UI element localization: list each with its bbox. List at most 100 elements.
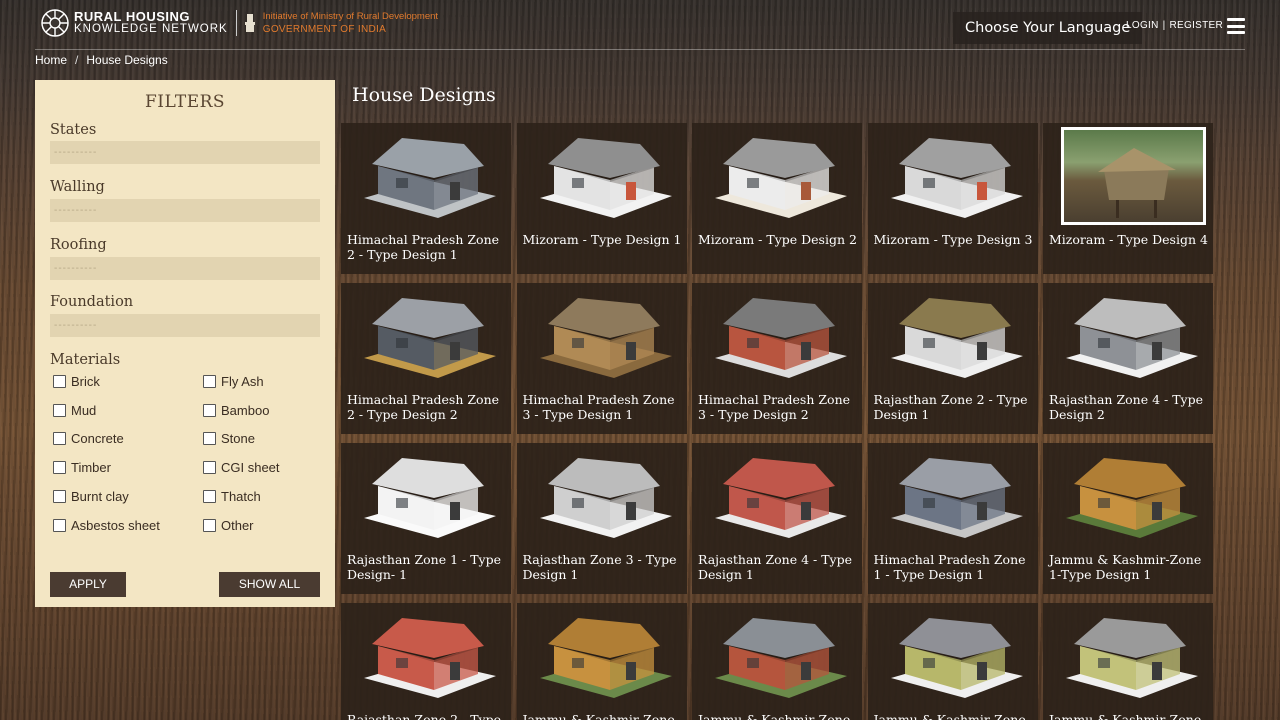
house-design-image[interactable] — [522, 126, 682, 222]
material-checkbox-concrete[interactable]: Concrete — [53, 431, 124, 446]
house-design-title[interactable]: Rajasthan Zone 2 - Type — [347, 712, 507, 720]
materials-label: Materials — [50, 352, 121, 368]
material-checkbox-stone[interactable]: Stone — [203, 431, 255, 446]
house-design-image[interactable] — [346, 606, 506, 702]
checkbox-icon[interactable] — [203, 518, 216, 532]
checkbox-icon[interactable] — [203, 461, 216, 475]
house-design-image[interactable] — [1048, 286, 1208, 382]
house-design-card[interactable]: Mizoram - Type Design 1 — [516, 123, 687, 274]
site-logo[interactable]: RURAL HOUSING KNOWLEDGE NETWORK Initiati… — [40, 8, 438, 38]
apply-button[interactable]: APPLY — [50, 572, 126, 597]
house-design-image[interactable] — [522, 286, 682, 382]
house-design-title[interactable]: Mizoram - Type Design 1 — [523, 232, 683, 247]
house-design-title[interactable]: Rajasthan Zone 4 - Type Design 2 — [1049, 392, 1209, 422]
house-design-title[interactable]: Jammu & Kashmir-Zone — [1049, 712, 1209, 720]
house-design-image[interactable] — [1048, 446, 1208, 542]
house-design-title[interactable]: Himachal Pradesh Zone 1 - Type Design 1 — [874, 552, 1034, 582]
house-design-card[interactable]: Rajasthan Zone 1 - Type Design- 1 — [341, 443, 511, 594]
material-label: Asbestos sheet — [71, 517, 160, 533]
hamburger-icon[interactable] — [1227, 18, 1245, 34]
checkbox-icon[interactable] — [53, 489, 66, 503]
house-design-image[interactable] — [697, 126, 857, 222]
house-design-title[interactable]: Jammu & Kashmir-Zone — [523, 712, 683, 720]
house-design-image[interactable] — [873, 126, 1033, 222]
house-design-image[interactable] — [697, 446, 857, 542]
house-design-card[interactable]: Himachal Pradesh Zone 2 - Type Design 2 — [341, 283, 511, 434]
house-design-title[interactable]: Jammu & Kashmir-Zone 1-Type Design 1 — [1049, 552, 1209, 582]
house-design-image[interactable] — [873, 606, 1033, 702]
house-design-title[interactable]: Rajasthan Zone 3 - Type Design 1 — [523, 552, 683, 582]
show-all-button[interactable]: SHOW ALL — [219, 572, 320, 597]
house-design-card[interactable]: Rajasthan Zone 2 - Type Design 1 — [867, 283, 1038, 434]
checkbox-icon[interactable] — [203, 432, 216, 446]
material-checkbox-bamboo[interactable]: Bamboo — [203, 403, 269, 418]
material-checkbox-asbestos-sheet[interactable]: Asbestos sheet — [53, 518, 160, 533]
house-design-title[interactable]: Rajasthan Zone 1 - Type Design- 1 — [347, 552, 507, 582]
checkbox-icon[interactable] — [53, 403, 66, 417]
material-checkbox-mud[interactable]: Mud — [53, 403, 96, 418]
material-checkbox-cgi-sheet[interactable]: CGI sheet — [203, 460, 280, 475]
walling-select[interactable]: ---------- — [50, 199, 320, 222]
house-design-image[interactable] — [522, 446, 682, 542]
checkbox-icon[interactable] — [203, 489, 216, 503]
house-design-card[interactable]: Himachal Pradesh Zone 3 - Type Design 1 — [516, 283, 687, 434]
house-design-card[interactable]: Jammu & Kashmir-Zone — [692, 603, 862, 720]
house-design-title[interactable]: Mizoram - Type Design 3 — [874, 232, 1034, 247]
house-design-title[interactable]: Himachal Pradesh Zone 2 - Type Design 1 — [347, 232, 507, 262]
house-design-card[interactable]: Jammu & Kashmir-Zone 1-Type Design 1 — [1043, 443, 1213, 594]
house-design-card[interactable]: Himachal Pradesh Zone 2 - Type Design 1 — [341, 123, 511, 274]
house-design-image[interactable] — [873, 286, 1033, 382]
house-design-title[interactable]: Mizoram - Type Design 4 — [1049, 232, 1209, 247]
house-design-title[interactable]: Himachal Pradesh Zone 2 - Type Design 2 — [347, 392, 507, 422]
house-design-title[interactable]: Jammu & Kashmir-Zone — [698, 712, 858, 720]
checkbox-icon[interactable] — [53, 518, 66, 532]
house-design-image[interactable] — [697, 286, 857, 382]
house-design-card[interactable]: Rajasthan Zone 2 - Type — [341, 603, 511, 720]
house-design-image[interactable] — [522, 606, 682, 702]
material-checkbox-fly-ash[interactable]: Fly Ash — [203, 374, 264, 389]
house-design-image[interactable] — [346, 286, 506, 382]
house-design-card[interactable]: Mizoram - Type Design 2 — [692, 123, 862, 274]
checkbox-icon[interactable] — [53, 375, 66, 388]
choose-language-button[interactable]: Choose Your Language — [953, 12, 1143, 44]
house-design-card[interactable]: Jammu & Kashmir-Zone — [516, 603, 687, 720]
house-design-card[interactable]: Himachal Pradesh Zone 3 - Type Design 2 — [692, 283, 862, 434]
material-checkbox-thatch[interactable]: Thatch — [203, 489, 261, 504]
house-design-card[interactable]: Rajasthan Zone 4 - Type Design 1 — [692, 443, 862, 594]
house-design-image[interactable] — [346, 126, 506, 222]
material-checkbox-burnt-clay[interactable]: Burnt clay — [53, 489, 129, 504]
house-design-card[interactable]: Jammu & Kashmir-Zone — [1043, 603, 1213, 720]
house-design-image[interactable] — [873, 446, 1033, 542]
house-design-title[interactable]: Himachal Pradesh Zone 3 - Type Design 1 — [523, 392, 683, 422]
material-checkbox-other[interactable]: Other — [203, 518, 254, 533]
checkbox-icon[interactable] — [53, 432, 66, 446]
house-design-card[interactable]: Rajasthan Zone 3 - Type Design 1 — [516, 443, 687, 594]
house-design-card[interactable]: Rajasthan Zone 4 - Type Design 2 — [1043, 283, 1213, 434]
house-design-card[interactable]: Himachal Pradesh Zone 1 - Type Design 1 — [867, 443, 1038, 594]
checkbox-icon[interactable] — [203, 375, 216, 388]
material-checkbox-brick[interactable]: Brick — [53, 374, 100, 389]
house-design-image[interactable] — [697, 606, 857, 702]
house-design-icon — [715, 618, 847, 698]
breadcrumb-home[interactable]: Home — [35, 53, 67, 67]
house-design-title[interactable]: Jammu & Kashmir-Zone — [874, 712, 1034, 720]
roofing-select[interactable]: ---------- — [50, 257, 320, 280]
house-design-title[interactable]: Himachal Pradesh Zone 3 - Type Design 2 — [698, 392, 858, 422]
material-checkbox-timber[interactable]: Timber — [53, 460, 111, 475]
house-design-card[interactable]: Jammu & Kashmir-Zone — [867, 603, 1038, 720]
register-link[interactable]: REGISTER — [1170, 20, 1224, 31]
house-design-card[interactable]: Mizoram - Type Design 4 — [1043, 123, 1213, 274]
foundation-select[interactable]: ---------- — [50, 314, 320, 337]
checkbox-icon[interactable] — [203, 403, 216, 417]
house-design-title[interactable]: Mizoram - Type Design 2 — [698, 232, 858, 247]
login-link[interactable]: LOGIN — [1126, 20, 1159, 31]
house-design-title[interactable]: Rajasthan Zone 2 - Type Design 1 — [874, 392, 1034, 422]
states-select[interactable]: ---------- — [50, 141, 320, 164]
material-label: Mud — [71, 402, 97, 418]
checkbox-icon[interactable] — [53, 461, 66, 475]
house-design-image[interactable] — [1048, 606, 1208, 702]
house-design-card[interactable]: Mizoram - Type Design 3 — [867, 123, 1038, 274]
house-design-title[interactable]: Rajasthan Zone 4 - Type Design 1 — [698, 552, 858, 582]
house-design-image[interactable] — [346, 446, 506, 542]
house-design-image[interactable] — [1048, 126, 1208, 225]
